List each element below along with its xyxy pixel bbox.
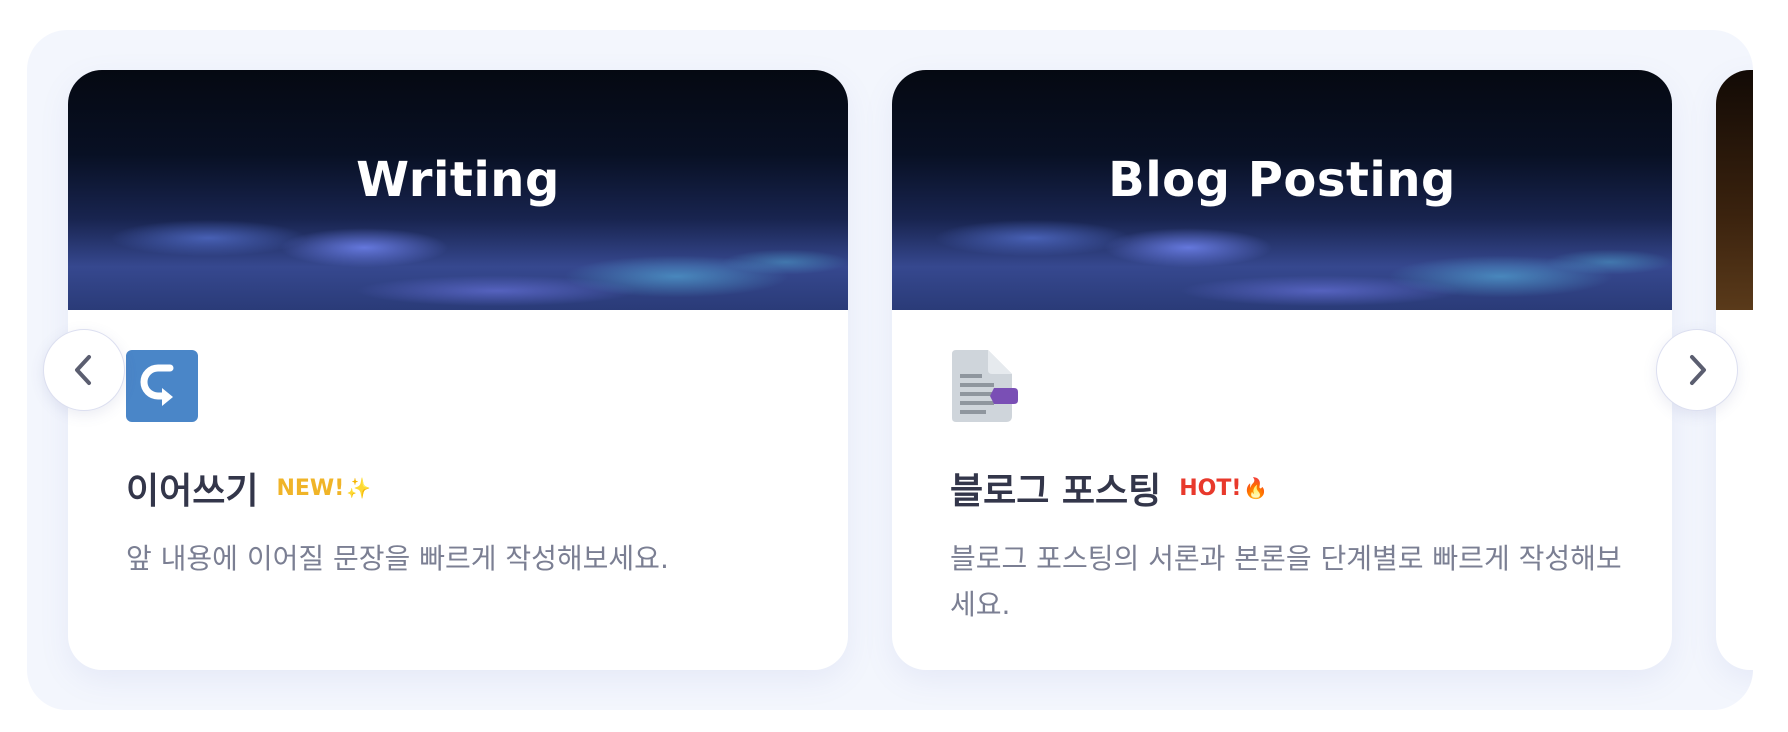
hot-badge: HOT! 🔥 — [1179, 476, 1268, 501]
card-banner: Writing — [68, 70, 848, 310]
card-title: 블로그 포스팅 — [950, 471, 1162, 512]
card-banner — [1716, 70, 1753, 310]
sparkles-icon: ✨ — [346, 475, 372, 500]
card-banner: Blog Posting — [892, 70, 1672, 310]
card-title-row: 이어쓰기 NEW! ✨ — [126, 462, 371, 514]
carousel-prev-button[interactable] — [43, 329, 125, 411]
banner-title: Blog Posting — [1108, 152, 1456, 208]
card-description: 블로그 포스팅의 서론과 본론을 단계별로 빠르게 작성해보세요. — [950, 542, 1622, 621]
new-badge: NEW! ✨ — [276, 476, 371, 501]
carousel-track: Writing 이어쓰기 NEW! ✨ 앞 내용에 이어질 문장을 빠르게 작성해… — [27, 30, 1753, 710]
carousel-panel: Writing 이어쓰기 NEW! ✨ 앞 내용에 이어질 문장을 빠르게 작성해… — [27, 30, 1753, 710]
badge-label: HOT! — [1179, 475, 1242, 501]
chevron-left-icon — [75, 355, 91, 385]
card-title: 이어쓰기 — [126, 471, 259, 512]
feature-card-blog-posting[interactable]: Blog Posting 블로그 포스팅 HOT! 🔥 블로그 포스팅의 서론과… — [892, 70, 1672, 670]
feature-card-writing[interactable]: Writing 이어쓰기 NEW! ✨ 앞 내용에 이어질 문장을 빠르게 작성해… — [68, 70, 848, 670]
continue-writing-icon — [126, 350, 198, 422]
card-description: 앞 내용에 이어질 문장을 빠르게 작성해보세요. — [126, 542, 669, 575]
badge-label: NEW! — [276, 475, 345, 501]
banner-title: Writing — [356, 152, 560, 208]
carousel-next-button[interactable] — [1656, 329, 1738, 411]
card-title-row: 블로그 포스팅 HOT! 🔥 — [950, 462, 1268, 514]
document-tag-icon — [950, 350, 1022, 422]
chevron-right-icon — [1690, 355, 1706, 385]
fire-icon: 🔥 — [1243, 475, 1269, 500]
